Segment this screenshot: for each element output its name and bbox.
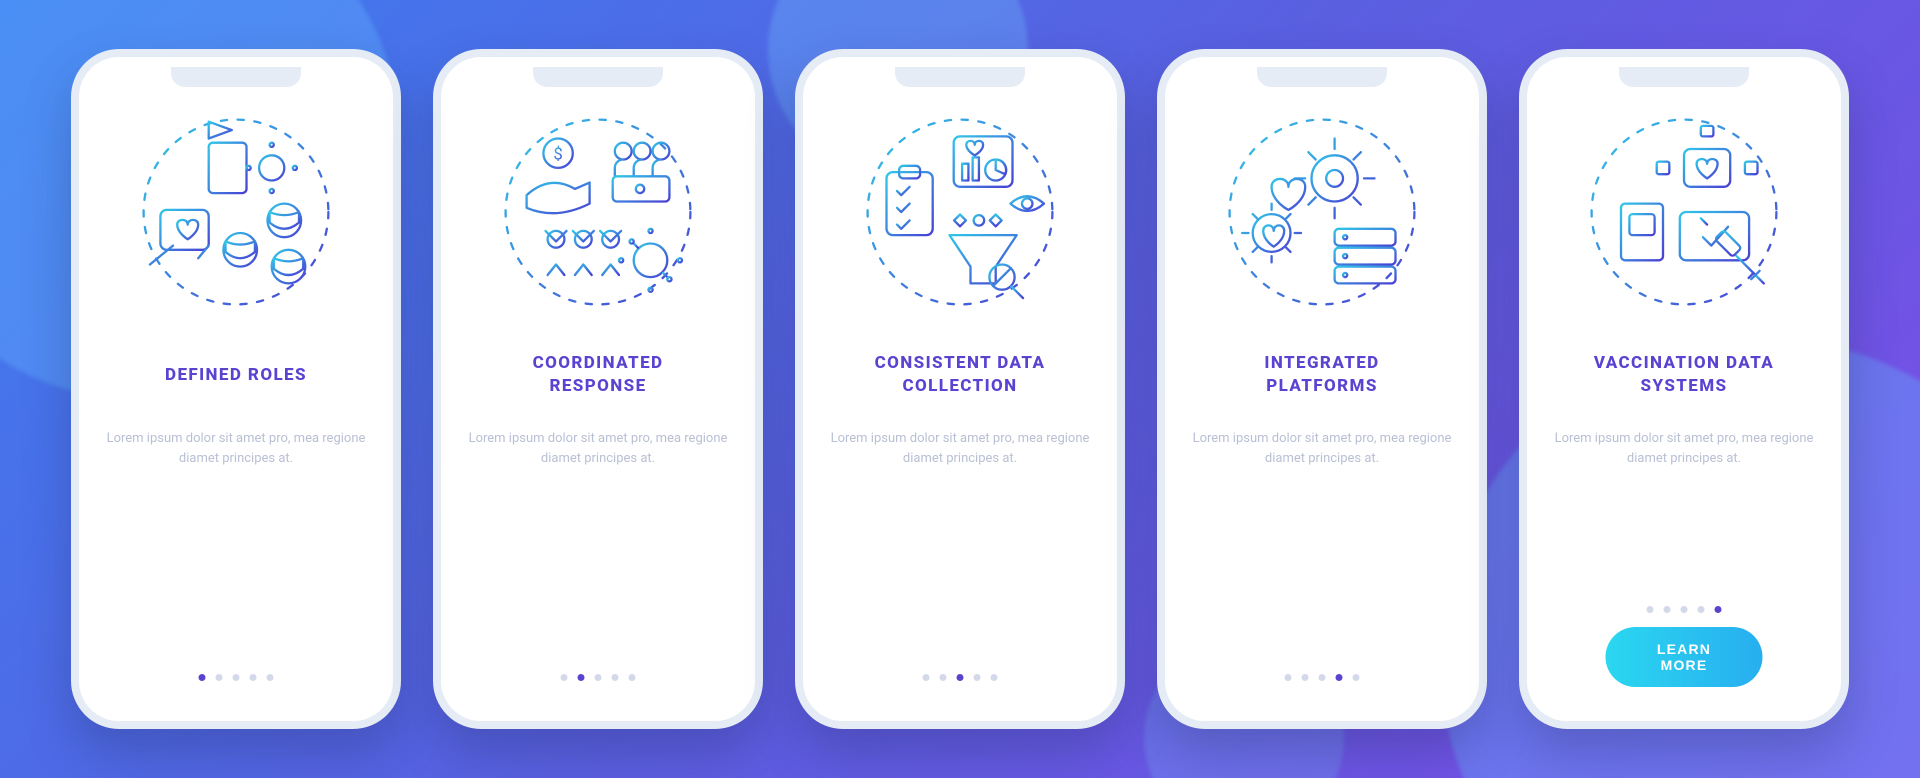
onboarding-screen-4: INTEGRATED PLATFORMS Lorem ipsum dolor s…	[1157, 49, 1487, 729]
vaccination-data-systems-icon	[1579, 107, 1789, 317]
dot-3[interactable]	[233, 674, 240, 681]
screen-title: CONSISTENT DATA COLLECTION	[875, 351, 1046, 399]
dot-5[interactable]	[267, 674, 274, 681]
screen-title: INTEGRATED PLATFORMS	[1264, 351, 1379, 399]
dot-2[interactable]	[1664, 606, 1671, 613]
consistent-data-collection-icon	[855, 107, 1065, 317]
phone-notch	[895, 67, 1025, 87]
dot-3[interactable]	[1681, 606, 1688, 613]
dot-2[interactable]	[940, 674, 947, 681]
screen-description: Lorem ipsum dolor sit amet pro, mea regi…	[468, 429, 728, 469]
screen-description: Lorem ipsum dolor sit amet pro, mea regi…	[1554, 429, 1814, 469]
dot-4[interactable]	[974, 674, 981, 681]
integrated-platforms-icon	[1217, 107, 1427, 317]
defined-roles-icon	[131, 107, 341, 317]
dot-5[interactable]	[629, 674, 636, 681]
phone-notch	[1257, 67, 1387, 87]
learn-more-button[interactable]: LEARN MORE	[1606, 627, 1763, 687]
svg-text:$: $	[553, 145, 562, 165]
dot-1[interactable]	[561, 674, 568, 681]
dot-1[interactable]	[923, 674, 930, 681]
onboarding-screen-5: VACCINATION DATA SYSTEMS Lorem ipsum dol…	[1519, 49, 1849, 729]
dot-3[interactable]	[595, 674, 602, 681]
dot-4[interactable]	[1698, 606, 1705, 613]
onboarding-screen-2: $	[433, 49, 763, 729]
phone-notch	[171, 67, 301, 87]
dot-3[interactable]	[957, 674, 964, 681]
screen-description: Lorem ipsum dolor sit amet pro, mea regi…	[830, 429, 1090, 469]
onboarding-screen-3: CONSISTENT DATA COLLECTION Lorem ipsum d…	[795, 49, 1125, 729]
dot-4[interactable]	[1336, 674, 1343, 681]
page-dots	[923, 674, 998, 681]
screen-title: COORDINATED RESPONSE	[533, 351, 664, 399]
dot-1[interactable]	[1647, 606, 1654, 613]
dot-4[interactable]	[250, 674, 257, 681]
dot-2[interactable]	[1302, 674, 1309, 681]
dot-1[interactable]	[1285, 674, 1292, 681]
phone-notch	[1619, 67, 1749, 87]
page-dots	[1647, 606, 1722, 613]
onboarding-stage: DEFINED ROLES Lorem ipsum dolor sit amet…	[0, 0, 1920, 778]
page-dots	[1285, 674, 1360, 681]
dot-3[interactable]	[1319, 674, 1326, 681]
dot-1[interactable]	[199, 674, 206, 681]
screen-title: VACCINATION DATA SYSTEMS	[1594, 351, 1774, 399]
page-dots	[199, 674, 274, 681]
dot-5[interactable]	[991, 674, 998, 681]
dot-2[interactable]	[578, 674, 585, 681]
page-dots	[561, 674, 636, 681]
screen-description: Lorem ipsum dolor sit amet pro, mea regi…	[1192, 429, 1452, 469]
coordinated-response-icon: $	[493, 107, 703, 317]
dot-2[interactable]	[216, 674, 223, 681]
dot-5[interactable]	[1353, 674, 1360, 681]
dot-5[interactable]	[1715, 606, 1722, 613]
screen-title: DEFINED ROLES	[165, 351, 307, 399]
onboarding-screen-1: DEFINED ROLES Lorem ipsum dolor sit amet…	[71, 49, 401, 729]
screen-description: Lorem ipsum dolor sit amet pro, mea regi…	[106, 429, 366, 469]
dot-4[interactable]	[612, 674, 619, 681]
phone-notch	[533, 67, 663, 87]
